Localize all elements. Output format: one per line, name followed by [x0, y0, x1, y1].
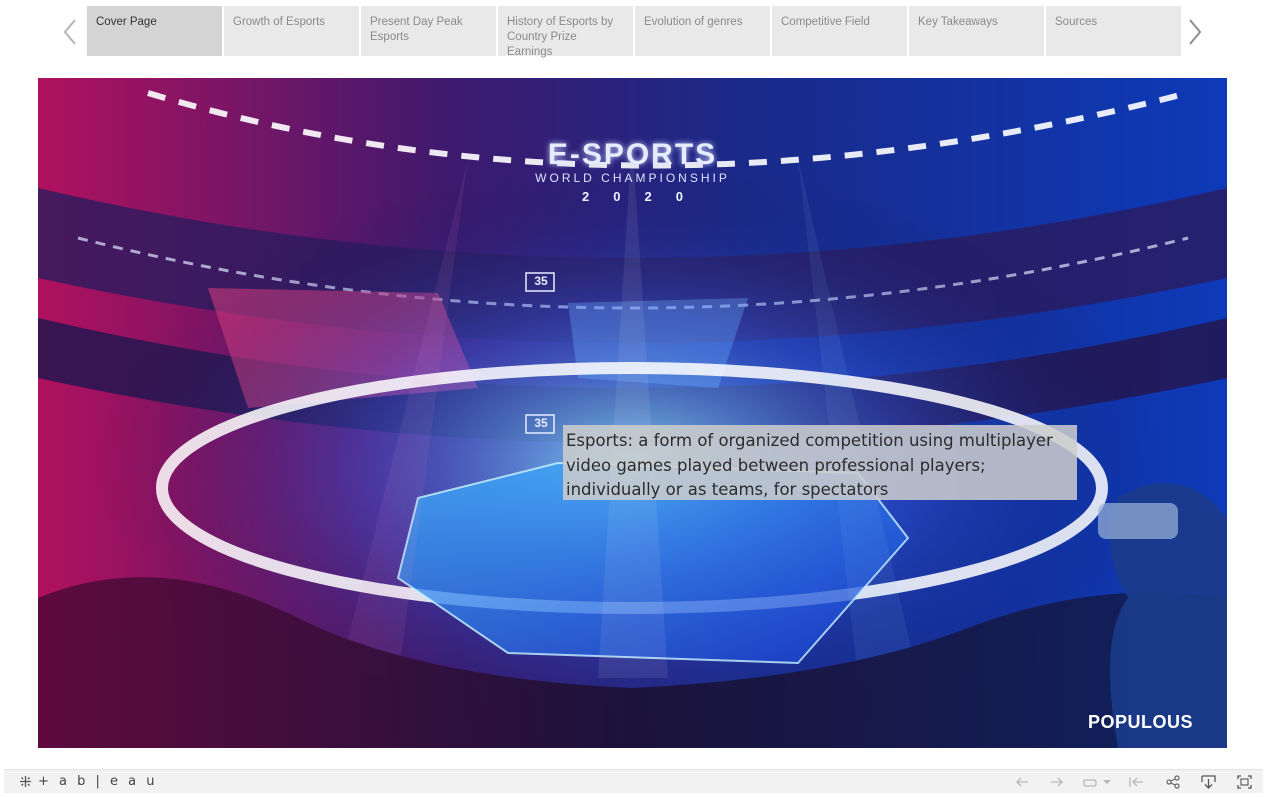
- banner-year: 2020: [582, 189, 707, 204]
- tab-key-takeaways[interactable]: Key Takeaways: [909, 6, 1044, 56]
- populous-logo: POPULOUS: [1087, 712, 1193, 732]
- redo-icon: [1051, 777, 1063, 786]
- tab-history-prize-earnings[interactable]: History of Esports by Country Prize Earn…: [498, 6, 633, 58]
- redo-button[interactable]: [1046, 771, 1068, 792]
- tableau-logo[interactable]: + a b | e a u: [18, 772, 158, 791]
- chevron-right-icon: [1189, 19, 1202, 45]
- banner-title: E-SPORTS: [547, 138, 718, 171]
- reset-icon: [1129, 776, 1143, 787]
- share-button[interactable]: [1162, 771, 1184, 792]
- scoreboard-top: 35: [534, 274, 548, 288]
- share-icon: [1166, 774, 1180, 789]
- esports-definition-caption: Esports: a form of organized competition…: [563, 425, 1077, 500]
- tableau-wordmark: + a b | e a u: [38, 774, 158, 789]
- revert-dropdown-button[interactable]: [1100, 771, 1114, 792]
- download-button[interactable]: [1197, 771, 1219, 792]
- reset-button[interactable]: [1126, 771, 1148, 792]
- revert-button[interactable]: [1079, 771, 1101, 792]
- tab-competitive-field[interactable]: Competitive Field: [772, 6, 907, 56]
- fullscreen-button[interactable]: [1233, 771, 1255, 792]
- undo-button[interactable]: [1011, 771, 1033, 792]
- story-tab-strip: Cover Page Growth of Esports Present Day…: [87, 6, 1181, 58]
- tableau-logo-icon: [20, 776, 31, 787]
- chevron-left-icon: [63, 19, 76, 45]
- dropdown-icon: [1103, 779, 1111, 784]
- tab-evolution-of-genres[interactable]: Evolution of genres: [635, 6, 770, 56]
- next-story-point-button[interactable]: [1185, 14, 1205, 50]
- tableau-toolbar: + a b | e a u: [4, 769, 1263, 793]
- revert-icon: [1083, 778, 1097, 787]
- tab-cover-page[interactable]: Cover Page: [87, 6, 222, 56]
- tab-growth-of-esports[interactable]: Growth of Esports: [224, 6, 359, 56]
- download-icon: [1200, 774, 1216, 789]
- cover-arena-image: E-SPORTS WORLD CHAMPIONSHIP 2020 35 35 E…: [38, 78, 1227, 748]
- previous-story-point-button[interactable]: [60, 14, 80, 50]
- banner-subtitle: WORLD CHAMPIONSHIP: [535, 171, 730, 185]
- tab-sources[interactable]: Sources: [1046, 6, 1181, 56]
- fullscreen-icon: [1236, 774, 1252, 789]
- undo-icon: [1016, 777, 1028, 786]
- scoreboard-mid: 35: [534, 416, 548, 430]
- tab-present-day-peak-esports[interactable]: Present Day Peak Esports: [361, 6, 496, 56]
